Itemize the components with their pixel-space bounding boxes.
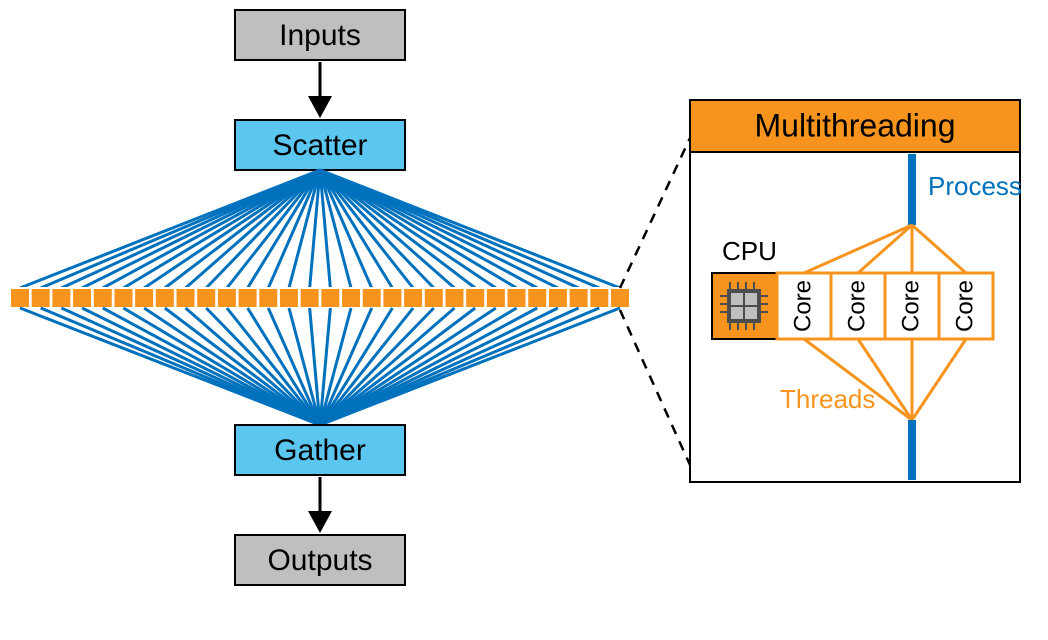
scatter-fan-lines [20,170,620,288]
detail-header-label: Multithreading [755,107,956,143]
task-square [589,288,609,308]
task-square [610,288,630,308]
process-label: Process [928,171,1022,201]
threads-label: Threads [780,384,875,414]
arrowhead-gather-outputs [308,511,332,533]
task-square [444,288,464,308]
task-square [258,288,278,308]
task-square [403,288,423,308]
core-label: Core [789,280,816,332]
inputs-label: Inputs [279,19,361,52]
task-square [382,288,402,308]
task-square [72,288,92,308]
core-label: Core [843,280,870,332]
diagram-canvas: Inputs Scatter Gather Outputs Multithrea… [0,0,1048,640]
task-square [486,288,506,308]
task-square [362,288,382,308]
core-label: Core [897,280,924,332]
task-square [176,288,196,308]
task-squares-row [10,288,630,308]
task-square [507,288,527,308]
task-square [320,288,340,308]
cpu-label: CPU [722,236,777,266]
callout-line-bottom [620,310,690,465]
task-square [465,288,485,308]
task-square [196,288,216,308]
core-label: Core [951,280,978,332]
callout-line-top [620,138,690,288]
task-square [217,288,237,308]
scatter-label: Scatter [272,129,367,162]
task-square [10,288,30,308]
task-square [51,288,71,308]
gather-label: Gather [274,434,366,467]
cores-row: Core Core Core Core [777,273,993,339]
task-square [424,288,444,308]
task-square [527,288,547,308]
task-square [31,288,51,308]
task-square [569,288,589,308]
task-square [113,288,133,308]
outputs-label: Outputs [267,544,372,577]
arrowhead-inputs-scatter [308,96,332,118]
gather-fan-lines [20,308,620,425]
task-square [341,288,361,308]
task-square [134,288,154,308]
task-square [238,288,258,308]
task-square [279,288,299,308]
task-square [93,288,113,308]
cpu-chip-icon [720,282,768,330]
task-square [548,288,568,308]
task-square [300,288,320,308]
task-square [155,288,175,308]
